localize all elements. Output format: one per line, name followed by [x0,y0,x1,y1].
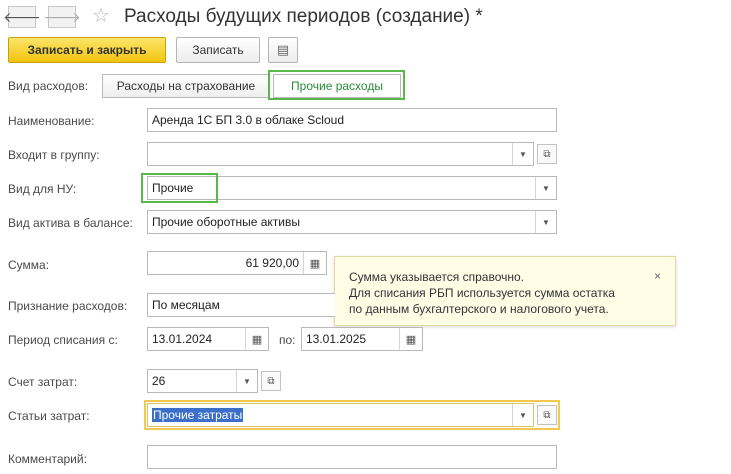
name-input[interactable]: Аренда 1С БП 3.0 в облаке Scloud [147,108,557,132]
recognition-select[interactable]: По месяцам [147,293,335,317]
period-from-value: 13.01.2024 [152,332,213,346]
cost-items-select[interactable]: Прочие затраты ▼ [147,403,534,427]
open-form-icon: ⧉ [267,375,275,387]
arrow-left-icon: 🡐 [3,8,41,25]
period-to-label: по: [279,333,296,347]
cost-account-select[interactable]: 26 ▼ [147,369,258,393]
asset-type-select[interactable]: Прочие оборотные активы ▼ [147,210,557,234]
cost-items-value: Прочие затраты [152,408,244,422]
comment-input[interactable] [147,445,557,469]
tooltip-line: по данным бухгалтерского и налогового уч… [349,302,609,316]
chevron-down-icon[interactable]: ▼ [512,404,533,426]
name-input-value: Аренда 1С БП 3.0 в облаке Scloud [152,113,344,127]
chevron-down-icon[interactable]: ▼ [512,143,533,165]
group-open-button[interactable]: ⧉ [537,144,557,164]
expense-type-insurance-option[interactable]: Расходы на страхование [102,74,270,98]
nu-type-label: Вид для НУ: [8,182,77,196]
period-to-input[interactable]: 13.01.2025 ▦ [301,327,423,351]
save-and-close-button[interactable]: Записать и закрыть [8,37,166,63]
arrow-right-icon: 🡒 [43,8,81,25]
period-to-value: 13.01.2025 [306,332,367,346]
back-button[interactable]: 🡐 [3,6,41,28]
calendar-icon[interactable]: ▦ [399,328,422,350]
document-menu-button[interactable]: ▤ [268,37,298,63]
cost-account-label: Счет затрат: [8,375,78,389]
calendar-icon[interactable]: ▦ [245,328,268,350]
cost-items-label: Статьи затрат: [8,409,90,423]
amount-hint-tooltip: Сумма указывается справочно. Для списани… [334,256,676,326]
group-label: Входит в группу: [8,148,100,162]
amount-input[interactable]: 61 920,00 ▦ [147,251,327,275]
window-title: Расходы будущих периодов (создание) * [124,6,483,27]
cost-account-value: 26 [152,374,166,388]
save-button[interactable]: Записать [176,37,260,63]
forward-button[interactable]: 🡒 [43,6,81,28]
comment-label: Комментарий: [8,452,87,466]
close-icon[interactable]: × [654,268,661,284]
tooltip-line: Для списания РБП используется сумма оста… [349,286,615,300]
name-label: Наименование: [8,114,95,128]
list-icon: ▤ [276,42,290,57]
asset-type-value: Прочие оборотные активы [152,215,300,229]
period-label: Период списания с: [8,333,118,347]
tooltip-line: Сумма указывается справочно. [349,270,524,284]
nu-type-highlight-frame [141,173,218,203]
chevron-down-icon[interactable]: ▼ [236,370,257,392]
chevron-down-icon[interactable]: ▼ [535,177,556,199]
asset-type-label: Вид актива в балансе: [8,216,133,230]
cost-items-value-wrap: Прочие затраты [148,408,512,422]
amount-value: 61 920,00 [245,256,299,270]
cost-items-open-button[interactable]: ⧉ [537,405,557,425]
recognition-value: По месяцам [152,298,220,312]
calculator-icon[interactable]: ▦ [303,252,326,274]
chevron-down-icon[interactable]: ▼ [535,211,556,233]
recognition-label: Признание расходов: [8,299,128,313]
expense-type-label: Вид расходов: [8,79,89,93]
open-form-icon: ⧉ [543,409,551,421]
expense-type-other-option[interactable]: Прочие расходы [273,74,401,98]
amount-label: Сумма: [8,258,50,272]
open-form-icon: ⧉ [543,148,551,160]
period-from-input[interactable]: 13.01.2024 ▦ [147,327,269,351]
cost-account-open-button[interactable]: ⧉ [261,371,281,391]
favorite-star-icon[interactable]: ☆ [92,6,110,26]
group-input[interactable]: ▼ [147,142,534,166]
